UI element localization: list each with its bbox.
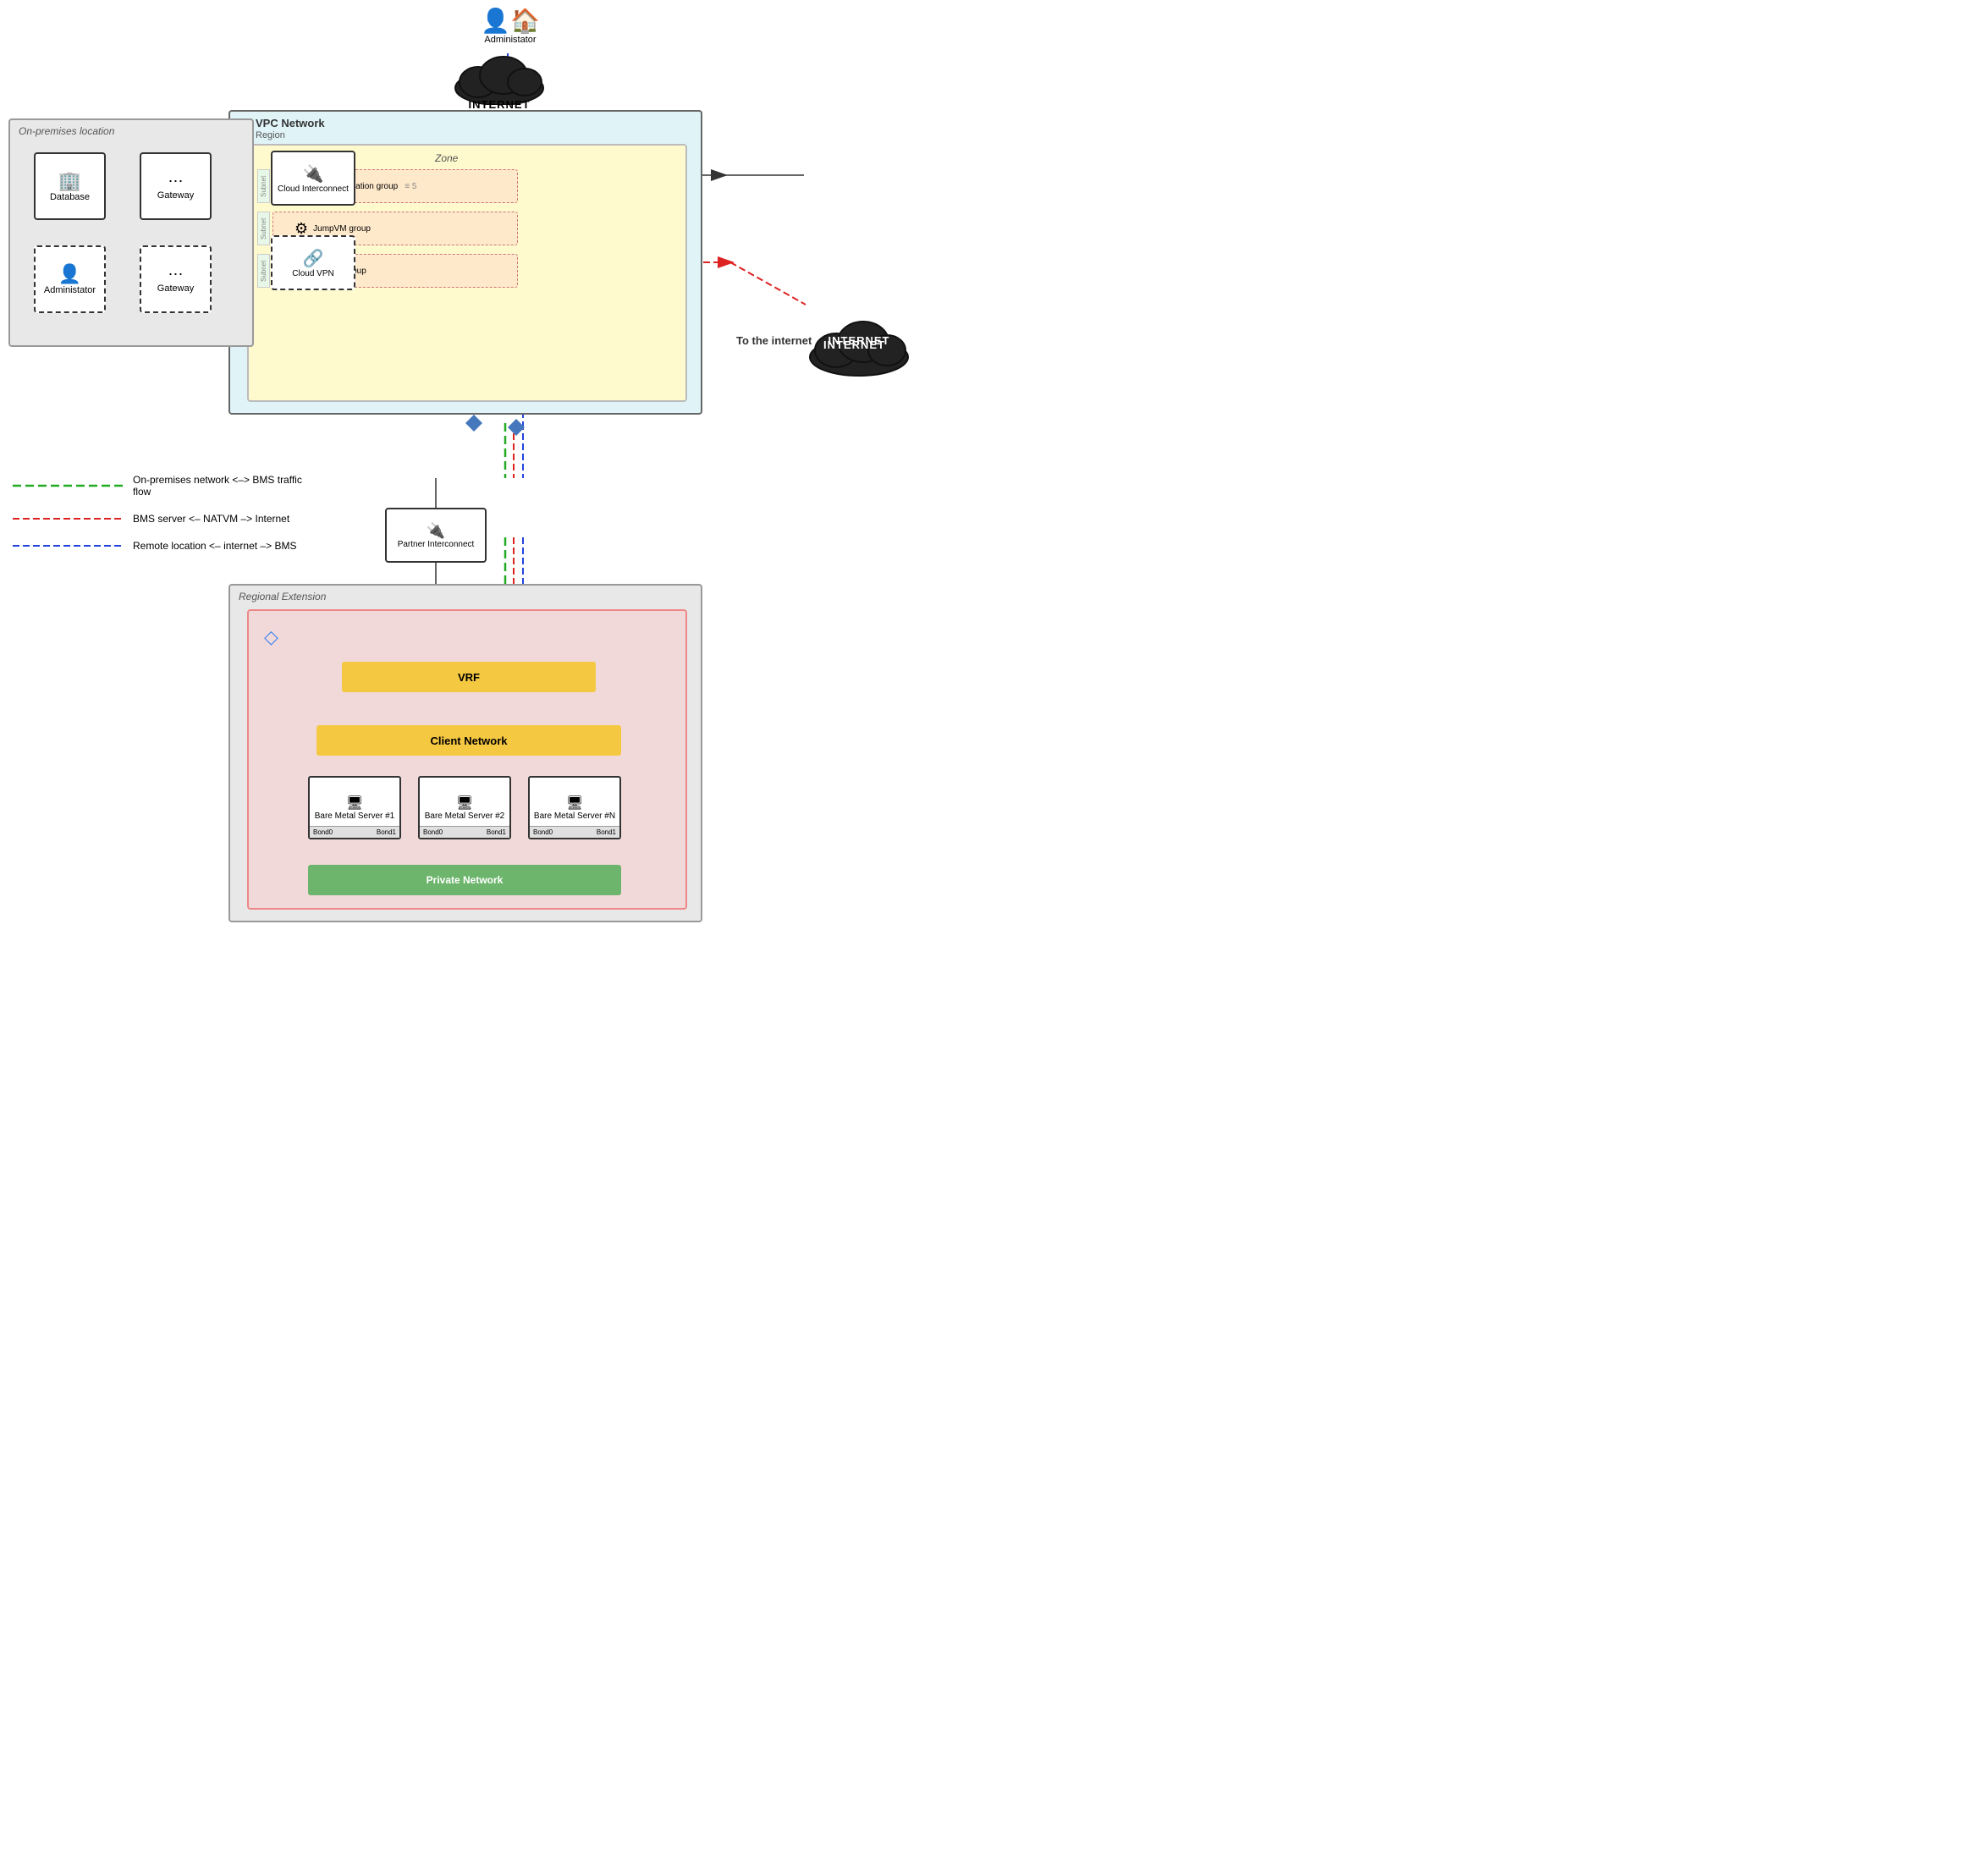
legend-red-label: BMS server <– NATVM –> Internet xyxy=(133,513,289,525)
partner-interconnect-node: 🔌 Partner Interconnect xyxy=(385,508,487,563)
diagram-container: 👤🏠 Administator INTERNET G VPC Network R… xyxy=(0,0,982,938)
legend-blue-line xyxy=(13,541,123,551)
gateway2-node: ⋯ Gateway xyxy=(140,245,212,313)
partner-interconnect-label: Partner Interconnect xyxy=(398,540,475,549)
bmsN-bond0: Bond0 xyxy=(533,828,553,836)
regional-extension-label: Regional Extension xyxy=(239,591,326,602)
legend-red-line xyxy=(13,514,123,524)
legend-green: On-premises network <–> BMS traffic flow xyxy=(13,474,309,498)
legend-blue: Remote location <– internet –> BMS xyxy=(13,540,309,552)
cloud-vpn-label: Cloud VPN xyxy=(292,269,333,278)
legend: On-premises network <–> BMS traffic flow… xyxy=(13,474,309,567)
bms2-bond1: Bond1 xyxy=(487,828,506,836)
subnet-label-1: Subnet xyxy=(257,169,270,203)
private-network-box: Private Network xyxy=(308,865,621,895)
legend-green-label: On-premises network <–> BMS traffic flow xyxy=(133,474,309,498)
vrf-box: VRF xyxy=(342,662,596,692)
internet-cloud-top: INTERNET xyxy=(449,47,550,114)
to-internet-label: To the internet xyxy=(736,334,812,347)
database-node: 🏢 Database xyxy=(34,152,106,220)
gateway2-label: Gateway xyxy=(157,283,194,294)
on-premises-box: On-premises location 🏢 Database ⋯ Gatewa… xyxy=(8,118,254,347)
internet-top-label: INTERNET xyxy=(469,98,531,111)
gateway1-node: ⋯ Gateway xyxy=(140,152,212,220)
bms1-label: Bare Metal Server #1 xyxy=(315,811,395,821)
bms1-node: 🖥 Bare Metal Server #1 Bond0 Bond1 xyxy=(308,776,401,839)
vrf-label: VRF xyxy=(458,671,480,684)
private-network-label: Private Network xyxy=(427,874,504,886)
jumpvm-group-label: JumpVM group xyxy=(313,224,371,234)
vpc-region-label: Region xyxy=(256,130,285,140)
bms1-bond0: Bond0 xyxy=(313,828,333,836)
client-network-box: Client Network xyxy=(316,725,621,756)
gcp-icon: ◇ xyxy=(264,626,278,648)
bmsN-node: 🖥 Bare Metal Server #N Bond0 Bond1 xyxy=(528,776,621,839)
cloud-interconnect-node: 🔌 Cloud Interconnect xyxy=(271,151,355,206)
admin-onprem-node: 👤 Administator xyxy=(34,245,106,313)
bmsN-bond1: Bond1 xyxy=(597,828,616,836)
legend-red: BMS server <– NATVM –> Internet xyxy=(13,513,309,525)
cloud-interconnect-label: Cloud Interconnect xyxy=(278,184,349,194)
internet-right-label-text: INTERNET xyxy=(823,338,885,351)
bms2-label: Bare Metal Server #2 xyxy=(425,811,505,821)
bms2-node: 🖥 Bare Metal Server #2 Bond0 Bond1 xyxy=(418,776,511,839)
regional-extension-box: Regional Extension ◇ VRF Client Network … xyxy=(228,584,702,922)
bmsN-label: Bare Metal Server #N xyxy=(534,811,615,821)
client-network-label: Client Network xyxy=(430,734,507,747)
admin-onprem-label: Administator xyxy=(44,285,96,295)
internet-cloud-top-svg xyxy=(449,50,550,105)
database-label: Database xyxy=(50,192,90,202)
cloud-vpn-node: 🔗 Cloud VPN xyxy=(271,235,355,290)
vpc-network-label: VPC Network xyxy=(256,117,325,129)
on-premises-label: On-premises location xyxy=(19,125,114,137)
bms1-bond1: Bond1 xyxy=(377,828,396,836)
admin-top-label: Administator xyxy=(476,35,544,45)
legend-blue-label: Remote location <– internet –> BMS xyxy=(133,540,296,552)
legend-green-line xyxy=(13,481,123,491)
bms2-bond0: Bond0 xyxy=(423,828,443,836)
regional-inner-box: ◇ VRF Client Network 🖥 Bare Metal Server… xyxy=(247,609,687,910)
gateway1-label: Gateway xyxy=(157,190,194,201)
zone-right-label: Zone xyxy=(435,152,458,164)
subnet-label-2: Subnet xyxy=(257,212,270,245)
subnet-label-3: Subnet xyxy=(257,254,270,288)
